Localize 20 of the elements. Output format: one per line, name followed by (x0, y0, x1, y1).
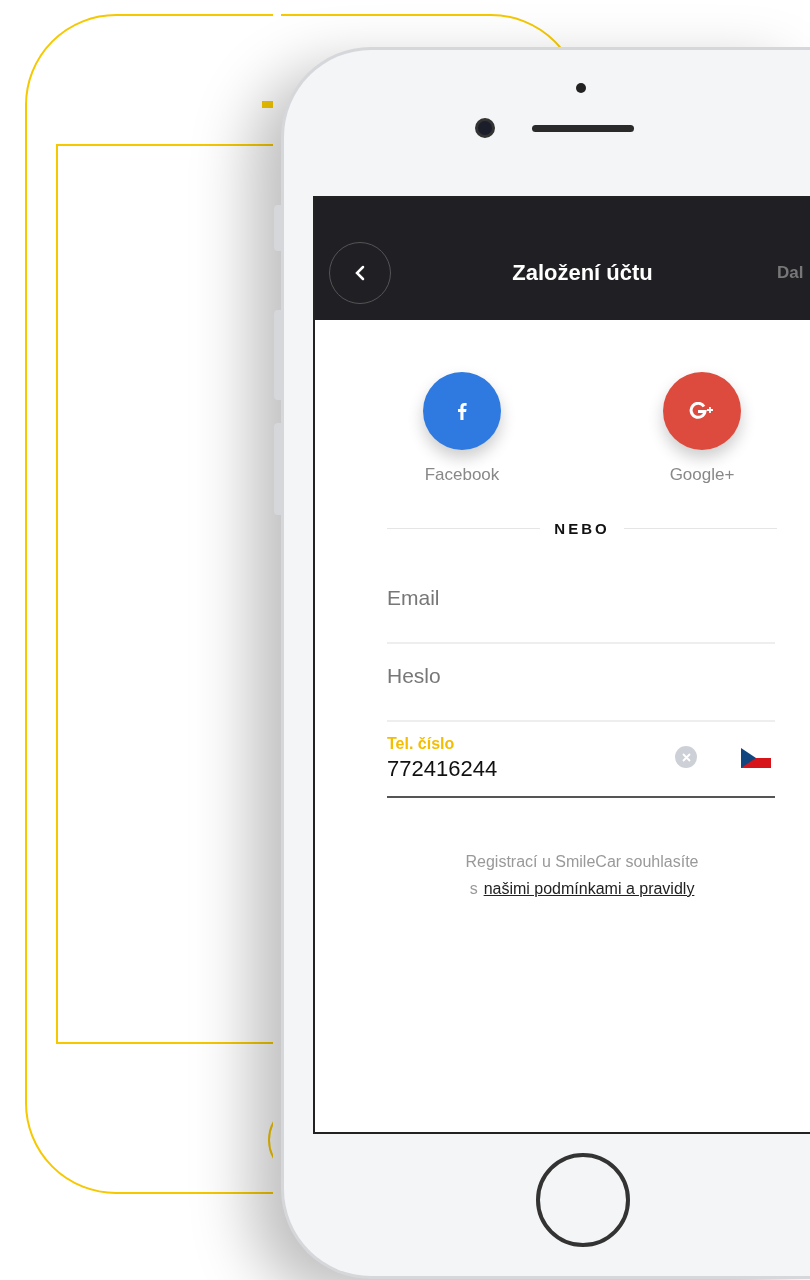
close-icon (681, 752, 691, 762)
terms-text: Registrací u SmileCar souhlasíte (465, 852, 699, 872)
czech-flag-icon[interactable] (741, 748, 771, 768)
terms-text: s (469, 879, 478, 899)
google-plus-icon (689, 402, 715, 420)
field-value: 772416244 (387, 756, 499, 782)
social-label: Google+ (669, 464, 735, 486)
next-button[interactable]: Dal (777, 260, 804, 286)
social-label: Facebook (424, 464, 500, 486)
back-icon (355, 265, 365, 281)
screen-title: Založení účtu (512, 258, 653, 287)
google-plus-button[interactable] (663, 372, 741, 450)
terms-link[interactable]: našimi podmínkami a pravidly (483, 875, 695, 902)
facebook-icon (457, 402, 467, 420)
text-field[interactable]: Heslo (387, 660, 775, 692)
text-field[interactable]: Email (387, 582, 775, 614)
divider-label: NEBO (554, 518, 610, 539)
phone-field[interactable]: Tel. číslo 772416244 (387, 722, 775, 798)
field-label: Tel. číslo (387, 734, 456, 754)
facebook-button[interactable] (423, 372, 501, 450)
